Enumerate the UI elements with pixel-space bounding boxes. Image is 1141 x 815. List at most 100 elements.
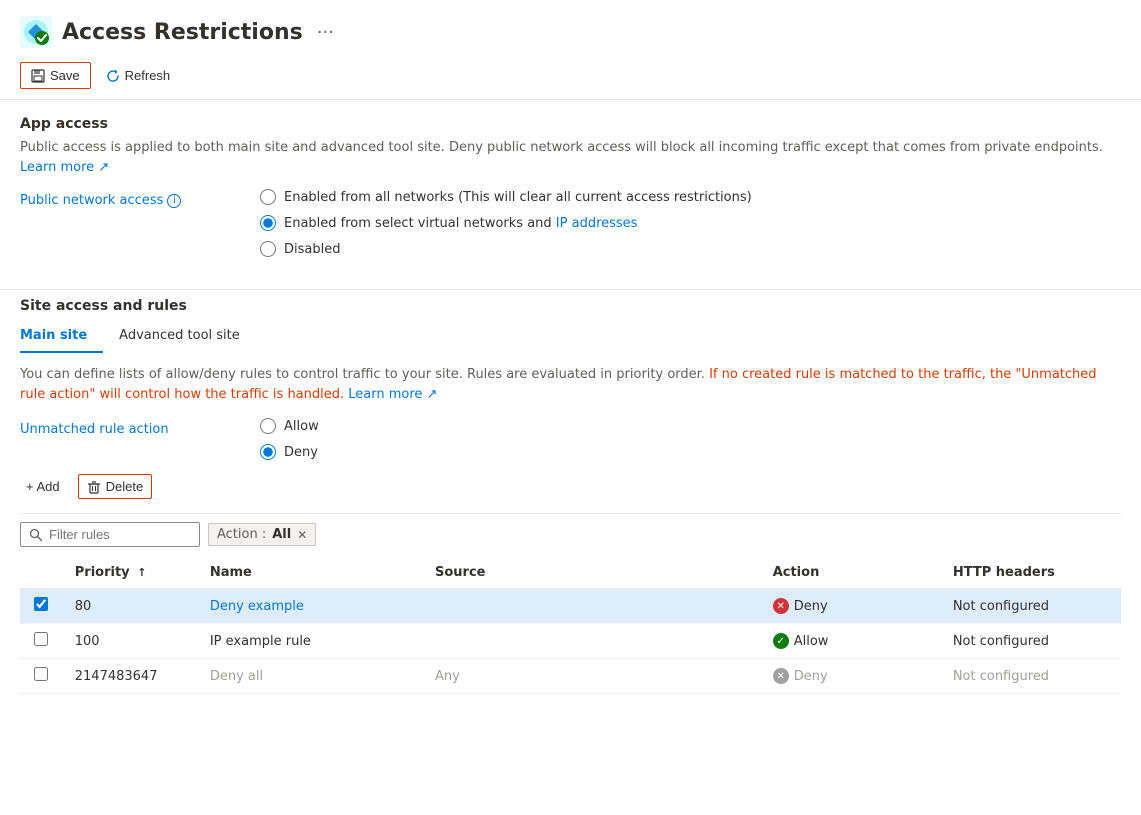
row-http-headers: Not configured [941,589,1121,624]
rules-action-toolbar: + Add Delete [20,468,1121,505]
action-text: Allow [794,634,829,649]
radio-disabled-input[interactable] [260,241,276,257]
table-row[interactable]: 100IP example rule✓ AllowNot configured [20,624,1121,659]
refresh-label: Refresh [125,68,171,83]
row-checkbox-cell [20,659,63,694]
filter-rules-input[interactable] [49,527,189,542]
more-options-icon[interactable]: ··· [317,22,334,43]
desc-normal: You can define lists of allow/deny rules… [20,367,709,382]
public-network-info-icon[interactable]: i [167,194,181,208]
radio-select-label: Enabled from select virtual networks and… [284,216,637,231]
row-priority: 80 [63,589,198,624]
table-row[interactable]: 2147483647Deny allAny✕ DenyNot configure… [20,659,1121,694]
unmatched-allow[interactable]: Allow [260,418,319,434]
sort-arrow-icon: ↑ [137,566,146,579]
filter-tag: Action : All ✕ [208,523,316,546]
action-text: Deny [794,669,828,684]
unmatched-radio-group: Allow Deny [260,418,319,460]
row-http-headers: Not configured [941,659,1121,694]
filter-tag-close[interactable]: ✕ [297,528,307,542]
app-icon [20,16,52,48]
public-network-label: Public network access i [20,189,200,208]
page-header: Access Restrictions ··· [0,0,1141,58]
save-label: Save [50,68,80,83]
action-badge: ✕ Deny [773,668,828,684]
app-access-section: App access Public access is applied to b… [0,116,1141,281]
row-source: Any [423,659,761,694]
row-checkbox[interactable] [34,632,48,646]
unmatched-deny[interactable]: Deny [260,444,319,460]
row-name-link[interactable]: Deny example [210,599,304,614]
refresh-button[interactable]: Refresh [95,62,182,89]
radio-all-networks[interactable]: Enabled from all networks (This will cle… [260,189,752,205]
app-access-info-text: Public access is applied to both main si… [20,140,1103,155]
delete-icon [87,480,101,494]
row-http-headers: Not configured [941,624,1121,659]
col-http-headers: HTTP headers [941,557,1121,589]
radio-all-label: Enabled from all networks (This will cle… [284,190,752,205]
site-access-learn-more[interactable]: Learn more ↗ [348,387,437,402]
app-access-info: Public access is applied to both main si… [20,138,1121,177]
row-checkbox[interactable] [34,597,48,611]
add-button[interactable]: + Add [20,475,66,498]
site-access-description: You can define lists of allow/deny rules… [20,365,1121,404]
add-label: + Add [26,479,60,494]
site-tabs: Main site Advanced tool site [20,320,1121,353]
table-header-row: Priority ↑ Name Source Action HTTP heade… [20,557,1121,589]
col-name: Name [198,557,423,589]
save-icon [31,69,45,83]
deny-gray-icon: ✕ [773,668,789,684]
tab-main-site[interactable]: Main site [20,320,103,353]
allow-icon: ✓ [773,633,789,649]
row-source [423,589,761,624]
section-divider [0,289,1141,290]
col-priority[interactable]: Priority ↑ [63,557,198,589]
radio-select-networks[interactable]: Enabled from select virtual networks and… [260,215,752,231]
toolbar: Save Refresh [0,58,1141,100]
row-checkbox-cell [20,624,63,659]
row-name: IP example rule [198,624,423,659]
site-access-section: Site access and rules Main site Advanced… [0,298,1141,710]
row-action: ✓ Allow [761,624,941,659]
rules-table: Priority ↑ Name Source Action HTTP heade… [20,557,1121,694]
delete-button[interactable]: Delete [78,474,153,499]
filter-tag-value: All [272,527,291,542]
unmatched-allow-label: Allow [284,419,319,434]
filter-area: Action : All ✕ [20,522,1121,547]
ip-addresses-link[interactable]: IP addresses [556,216,638,231]
page-title: Access Restrictions [62,20,303,45]
radio-disabled-networks[interactable]: Disabled [260,241,752,257]
site-access-title: Site access and rules [20,298,1121,314]
public-network-radio-group: Enabled from all networks (This will cle… [260,189,752,257]
filter-divider [20,513,1121,514]
row-name[interactable]: Deny example [198,589,423,624]
col-source: Source [423,557,761,589]
row-priority: 100 [63,624,198,659]
unmatched-allow-input[interactable] [260,418,276,434]
radio-disabled-label: Disabled [284,242,340,257]
tab-advanced-tool-site[interactable]: Advanced tool site [119,320,256,353]
unmatched-rule-row: Unmatched rule action Allow Deny [20,418,1121,460]
row-checkbox[interactable] [34,667,48,681]
save-button[interactable]: Save [20,62,91,89]
table-row[interactable]: 80 Deny example ✕ Deny Not configured [20,589,1121,624]
radio-select-input[interactable] [260,215,276,231]
unmatched-label: Unmatched rule action [20,418,200,437]
radio-all-input[interactable] [260,189,276,205]
filter-tag-label: Action : [217,527,266,542]
delete-label: Delete [106,479,144,494]
action-badge: ✕ Deny [773,598,828,614]
refresh-icon [106,69,120,83]
app-access-learn-more[interactable]: Learn more ↗ [20,160,109,175]
app-access-title: App access [20,116,1121,132]
unmatched-deny-input[interactable] [260,444,276,460]
row-name: Deny all [198,659,423,694]
row-source [423,624,761,659]
col-action: Action [761,557,941,589]
search-icon [29,528,43,542]
filter-input-wrapper[interactable] [20,522,200,547]
public-network-row: Public network access i Enabled from all… [20,189,1121,257]
row-checkbox-cell [20,589,63,624]
deny-icon: ✕ [773,598,789,614]
action-text: Deny [794,599,828,614]
